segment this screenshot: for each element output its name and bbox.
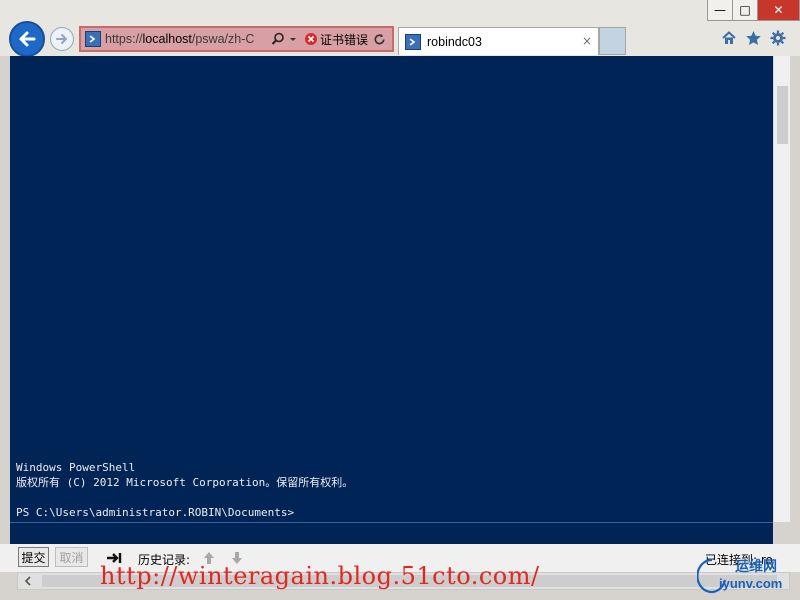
- forward-button[interactable]: [50, 27, 74, 51]
- tab-close-button[interactable]: ×: [582, 34, 592, 48]
- back-button[interactable]: [9, 21, 45, 57]
- powershell-site-icon: [85, 31, 101, 47]
- logo-domain: iyunv.com: [719, 576, 783, 591]
- logo-brand: 运维网: [735, 559, 777, 575]
- submit-button[interactable]: 提交: [18, 547, 49, 567]
- address-bar[interactable]: https://localhost/pswa/zh-C 证书错误: [79, 26, 394, 52]
- vertical-scroll-thumb[interactable]: [777, 86, 788, 144]
- console-text: Windows PowerShell 版权所有 (C) 2012 Microso…: [16, 461, 354, 519]
- tab-title: robindc03: [427, 34, 482, 49]
- powershell-tab-icon: [405, 33, 421, 50]
- search-icon[interactable]: [271, 32, 285, 46]
- vertical-scrollbar[interactable]: [773, 56, 790, 522]
- window-controls: — □ ✕: [707, 0, 800, 21]
- arrow-left-icon: [19, 31, 36, 47]
- arrow-right-icon: [56, 34, 67, 44]
- site-logo: 运维网 iyunv.com: [697, 556, 797, 598]
- command-input[interactable]: [10, 522, 773, 544]
- scroll-left-icon[interactable]: [24, 576, 32, 586]
- url-host: localhost: [142, 32, 192, 46]
- close-window-button[interactable]: ✕: [757, 0, 800, 21]
- cert-error-icon[interactable]: [304, 32, 318, 46]
- browser-toolbar-icons: [721, 30, 786, 46]
- chevron-down-icon[interactable]: [288, 34, 298, 44]
- new-tab-button[interactable]: [599, 27, 626, 55]
- cancel-button[interactable]: 取消: [55, 547, 88, 567]
- url-path: /pswa/zh-C: [191, 32, 255, 46]
- cert-error-label[interactable]: 证书错误: [320, 31, 368, 48]
- watermark-url: http://winteragain.blog.51cto.com/: [100, 562, 540, 590]
- gear-icon[interactable]: [770, 30, 786, 46]
- maximize-button[interactable]: □: [732, 0, 758, 21]
- favorites-star-icon[interactable]: [745, 30, 762, 46]
- browser-chrome: — □ ✕ https://localhost/pswa/zh-C 证书错误 r…: [0, 0, 800, 57]
- tab-active[interactable]: robindc03 ×: [398, 27, 599, 55]
- minimize-button[interactable]: —: [707, 0, 733, 21]
- refresh-icon[interactable]: [373, 33, 386, 46]
- home-icon[interactable]: [721, 30, 737, 46]
- url-prefix: https://: [105, 32, 143, 46]
- powershell-console-output: Windows PowerShell 版权所有 (C) 2012 Microso…: [10, 56, 773, 522]
- url-text[interactable]: https://localhost/pswa/zh-C: [105, 32, 267, 46]
